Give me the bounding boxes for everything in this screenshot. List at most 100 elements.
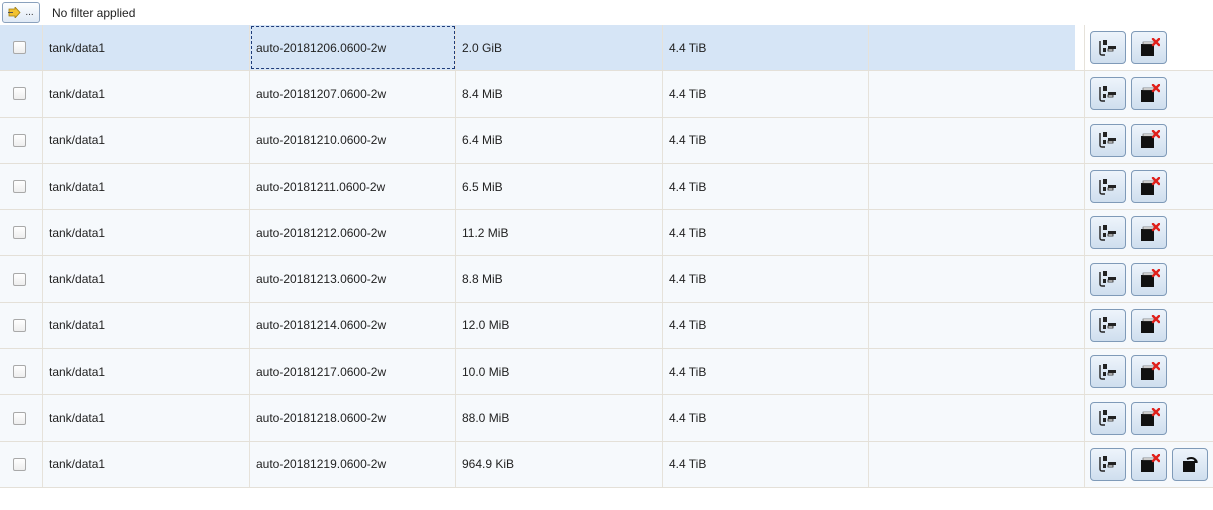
destroy-button[interactable] — [1131, 401, 1167, 435]
actions-cell — [1085, 349, 1213, 394]
row-checkbox[interactable] — [12, 457, 26, 471]
clone-button[interactable] — [1090, 355, 1126, 389]
clone-snapshot-icon — [1099, 363, 1116, 380]
table-row[interactable]: tank/data1 auto-20181207.0600-2w 8.4 MiB… — [0, 71, 1213, 118]
snapshot-name: auto-20181212.0600-2w — [256, 225, 387, 240]
table-row[interactable]: tank/data1 auto-20181213.0600-2w 8.8 MiB… — [0, 256, 1213, 303]
used-cell: 8.8 MiB — [456, 256, 663, 302]
dataset-cell: tank/data1 — [43, 441, 250, 487]
destroy-button[interactable] — [1131, 447, 1167, 481]
used-value: 10.0 MiB — [462, 364, 510, 379]
row-checkbox[interactable] — [12, 180, 26, 194]
used-value: 6.5 MiB — [462, 179, 503, 194]
destroy-button[interactable] — [1131, 170, 1167, 204]
used-value: 2.0 GiB — [462, 40, 503, 55]
destroy-button[interactable] — [1131, 308, 1167, 342]
empty-cell — [869, 303, 1075, 348]
destroy-snapshot-icon — [1141, 37, 1160, 56]
filter-button[interactable]: ... — [2, 2, 40, 23]
refer-cell: 4.4 TiB — [663, 349, 869, 395]
refer-value: 4.4 TiB — [669, 318, 707, 333]
table-row[interactable]: tank/data1 auto-20181206.0600-2w 2.0 GiB… — [0, 25, 1213, 72]
refer-cell: 4.4 TiB — [663, 163, 869, 210]
destroy-button[interactable] — [1131, 216, 1167, 250]
dataset-name: tank/data1 — [49, 364, 106, 379]
row-checkbox[interactable] — [12, 272, 26, 286]
clone-snapshot-icon — [1099, 456, 1116, 473]
used-value: 12.0 MiB — [462, 318, 510, 333]
used-cell: 2.0 GiB — [456, 25, 663, 71]
actions-cell — [1085, 256, 1213, 301]
dataset-cell: tank/data1 — [43, 163, 250, 210]
rollback-button[interactable] — [1172, 447, 1208, 481]
snapshot-name: auto-20181210.0600-2w — [256, 133, 387, 148]
clone-button[interactable] — [1090, 170, 1126, 204]
snapshot-name: auto-20181218.0600-2w — [256, 411, 387, 426]
filter-status: No filter applied — [52, 5, 136, 20]
refer-value: 4.4 TiB — [669, 225, 707, 240]
used-cell: 88.0 MiB — [456, 395, 663, 441]
refer-cell: 4.4 TiB — [663, 117, 869, 163]
destroy-button[interactable] — [1131, 355, 1167, 389]
refer-value: 4.4 TiB — [669, 364, 707, 379]
destroy-snapshot-icon — [1141, 222, 1160, 241]
table-row[interactable]: tank/data1 auto-20181214.0600-2w 12.0 Mi… — [0, 302, 1213, 350]
table-row[interactable]: tank/data1 auto-20181219.0600-2w 964.9 K… — [0, 441, 1213, 488]
clone-button[interactable] — [1090, 31, 1126, 65]
select-cell — [0, 395, 43, 441]
clone-snapshot-icon — [1099, 410, 1116, 426]
clone-button[interactable] — [1090, 216, 1126, 250]
clone-snapshot-icon — [1099, 224, 1116, 241]
row-checkbox[interactable] — [12, 411, 26, 425]
destroy-snapshot-icon — [1141, 176, 1160, 195]
actions-cell — [1085, 71, 1213, 116]
clone-button[interactable] — [1090, 401, 1126, 435]
dataset-name: tank/data1 — [49, 411, 106, 426]
row-checkbox[interactable] — [12, 133, 26, 147]
table-row[interactable]: tank/data1 auto-20181218.0600-2w 88.0 Mi… — [0, 395, 1213, 442]
destroy-snapshot-icon — [1141, 454, 1160, 473]
refer-cell: 4.4 TiB — [663, 441, 869, 487]
table-row[interactable]: tank/data1 auto-20181211.0600-2w 6.5 MiB… — [0, 163, 1213, 211]
destroy-button[interactable] — [1131, 31, 1167, 65]
row-checkbox[interactable] — [12, 365, 26, 379]
table-row[interactable]: tank/data1 auto-20181217.0600-2w 10.0 Mi… — [0, 349, 1213, 396]
refer-value: 4.4 TiB — [669, 40, 707, 55]
actions-cell — [1085, 118, 1213, 163]
snapshot-name: auto-20181214.0600-2w — [256, 318, 387, 333]
destroy-button[interactable] — [1131, 123, 1167, 157]
select-cell — [0, 117, 43, 163]
table-row[interactable]: tank/data1 auto-20181210.0600-2w 6.4 MiB… — [0, 117, 1213, 164]
table-row[interactable]: tank/data1 auto-20181212.0600-2w 11.2 Mi… — [0, 210, 1213, 257]
used-value: 11.2 MiB — [462, 225, 509, 240]
snapshot-cell: auto-20181206.0600-2w — [250, 25, 456, 71]
dataset-name: tank/data1 — [49, 40, 106, 55]
row-checkbox[interactable] — [12, 87, 26, 101]
destroy-button[interactable] — [1131, 262, 1167, 296]
row-checkbox[interactable] — [12, 226, 26, 240]
actions-cell — [1085, 442, 1213, 487]
destroy-button[interactable] — [1131, 77, 1167, 111]
empty-cell — [869, 395, 1075, 440]
row-checkbox[interactable] — [12, 41, 26, 55]
clone-button[interactable] — [1090, 447, 1126, 481]
dataset-name: tank/data1 — [49, 133, 106, 148]
snapshot-name: auto-20181211.0600-2w — [256, 179, 386, 194]
clone-button[interactable] — [1090, 308, 1126, 342]
empty-cell — [869, 256, 1075, 301]
snapshot-name: auto-20181219.0600-2w — [256, 457, 387, 472]
snapshot-cell: auto-20181214.0600-2w — [250, 302, 456, 349]
clone-snapshot-icon — [1099, 39, 1116, 56]
snapshot-cell: auto-20181219.0600-2w — [250, 441, 456, 487]
clone-button[interactable] — [1090, 77, 1126, 111]
clone-button[interactable] — [1090, 262, 1126, 296]
used-cell: 8.4 MiB — [456, 71, 663, 117]
dataset-cell: tank/data1 — [43, 395, 250, 441]
spacer-cell — [1075, 163, 1085, 210]
row-checkbox[interactable] — [12, 318, 26, 332]
clone-button[interactable] — [1090, 123, 1126, 157]
snapshot-cell: auto-20181217.0600-2w — [250, 349, 456, 395]
actions-cell — [1085, 303, 1213, 348]
actions-cell — [1085, 25, 1213, 71]
snapshot-name: auto-20181213.0600-2w — [256, 272, 387, 287]
